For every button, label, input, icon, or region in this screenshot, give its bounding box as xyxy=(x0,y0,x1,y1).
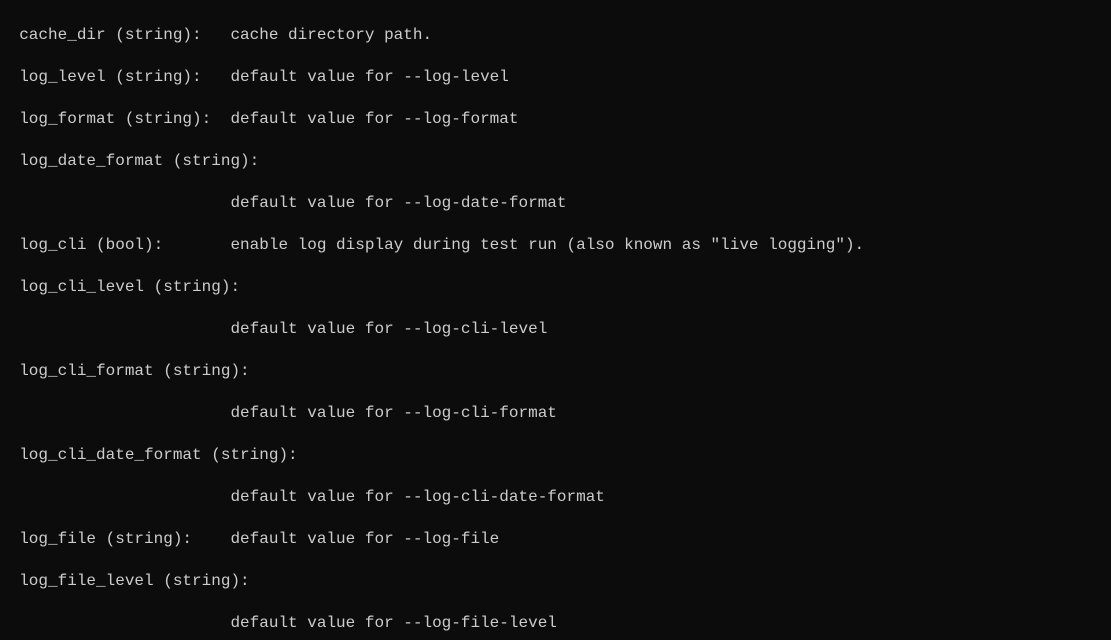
option-key: log_cli_date_format (string): xyxy=(0,446,298,464)
option-key: log_file_level (string): xyxy=(0,572,250,590)
option-desc: cache directory path. xyxy=(230,26,432,44)
option-desc: default value for --log-format xyxy=(230,110,518,128)
option-line: log_cli_date_format (string): xyxy=(0,445,1111,466)
option-line: default value for --log-cli-format xyxy=(0,403,1111,424)
option-desc: default value for --log-cli-level xyxy=(230,320,547,338)
option-line: log_format (string): default value for -… xyxy=(0,109,1111,130)
option-key xyxy=(0,488,230,506)
option-key: log_cli_level (string): xyxy=(0,278,240,296)
option-line: log_cli (bool): enable log display durin… xyxy=(0,235,1111,256)
option-line: log_file (string): default value for --l… xyxy=(0,529,1111,550)
option-line: log_level (string): default value for --… xyxy=(0,67,1111,88)
option-key xyxy=(0,194,230,212)
option-key: log_cli (bool): xyxy=(0,236,230,254)
option-desc: default value for --log-level xyxy=(230,68,508,86)
option-key: log_file (string): xyxy=(0,530,230,548)
option-desc: enable log display during test run (also… xyxy=(230,236,864,254)
option-key xyxy=(0,404,230,422)
option-line: cache_dir (string): cache directory path… xyxy=(0,25,1111,46)
option-line: default value for --log-cli-level xyxy=(0,319,1111,340)
option-desc: default value for --log-file xyxy=(230,530,499,548)
option-line: log_cli_level (string): xyxy=(0,277,1111,298)
option-key: cache_dir (string): xyxy=(0,26,230,44)
option-key xyxy=(0,320,230,338)
option-line: default value for --log-cli-date-format xyxy=(0,487,1111,508)
option-desc: default value for --log-cli-date-format xyxy=(230,488,604,506)
option-line: default value for --log-date-format xyxy=(0,193,1111,214)
option-key: log_level (string): xyxy=(0,68,230,86)
terminal-output: cache_dir (string): cache directory path… xyxy=(0,0,1111,640)
option-key: log_date_format (string): xyxy=(0,152,259,170)
option-key xyxy=(0,614,230,632)
option-line: default value for --log-file-level xyxy=(0,613,1111,634)
option-desc: default value for --log-date-format xyxy=(230,194,566,212)
option-desc: default value for --log-file-level xyxy=(230,614,556,632)
option-line: log_cli_format (string): xyxy=(0,361,1111,382)
option-key: log_format (string): xyxy=(0,110,230,128)
option-line: log_file_level (string): xyxy=(0,571,1111,592)
option-desc: default value for --log-cli-format xyxy=(230,404,556,422)
option-key: log_cli_format (string): xyxy=(0,362,250,380)
option-line: log_date_format (string): xyxy=(0,151,1111,172)
